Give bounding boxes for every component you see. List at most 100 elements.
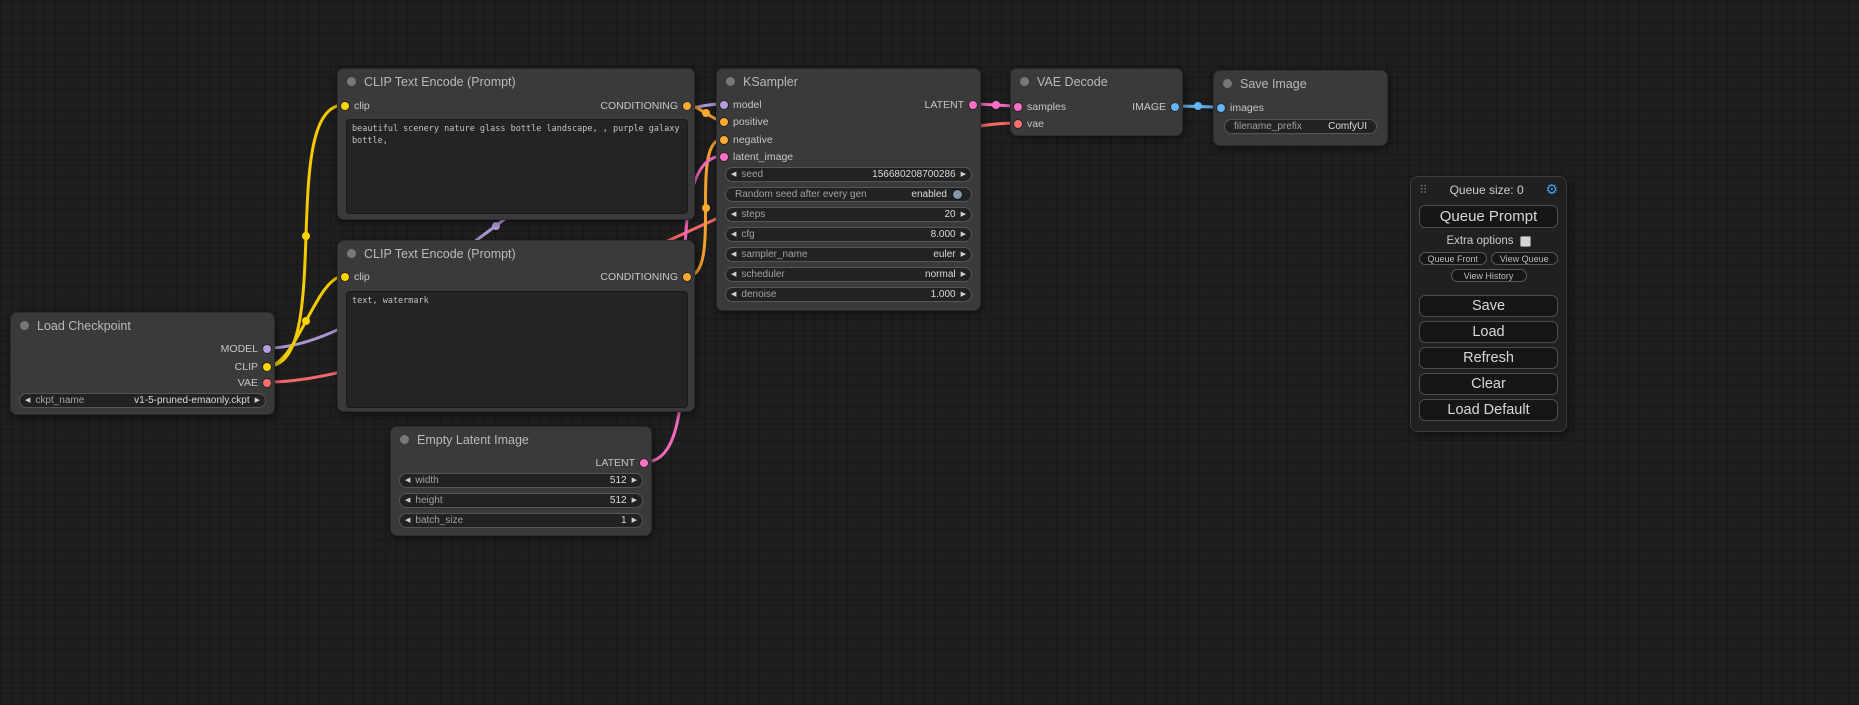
negative-prompt-textarea[interactable]: text, watermark <box>346 291 688 408</box>
link-midpoint-dot <box>492 222 500 230</box>
scheduler-widget[interactable]: ◀ scheduler normal ▶ <box>725 267 972 282</box>
node-title-bar[interactable]: CLIP Text Encode (Prompt) <box>338 241 694 267</box>
positive-input-dot[interactable] <box>720 118 728 126</box>
sampler-name-widget[interactable]: ◀ sampler_name euler ▶ <box>725 247 972 262</box>
view-queue-button[interactable]: View Queue <box>1491 252 1559 265</box>
slot-label: images <box>1230 102 1264 114</box>
denoise-widget[interactable]: ◀ denoise 1.000 ▶ <box>725 287 972 302</box>
collapse-dot-icon[interactable] <box>347 249 356 258</box>
increment-arrow-icon[interactable]: ▶ <box>250 394 265 407</box>
increment-arrow-icon[interactable]: ▶ <box>627 474 642 487</box>
conditioning-output-dot[interactable] <box>683 273 691 281</box>
random-seed-toggle-widget[interactable]: Random seed after every gen enabled <box>725 187 972 202</box>
node-title-bar[interactable]: Empty Latent Image <box>391 427 651 453</box>
collapse-dot-icon[interactable] <box>400 435 409 444</box>
queue-prompt-button[interactable]: Queue Prompt <box>1419 205 1558 228</box>
load-default-button[interactable]: Load Default <box>1419 399 1558 421</box>
node-title-bar[interactable]: KSampler <box>717 69 980 95</box>
increment-arrow-icon[interactable]: ▶ <box>627 514 642 527</box>
decrement-arrow-icon[interactable]: ◀ <box>20 394 35 407</box>
extra-options-checkbox[interactable] <box>1520 236 1531 247</box>
samples-input-dot[interactable] <box>1014 103 1022 111</box>
drag-handle-icon[interactable]: ⠿ <box>1419 183 1428 197</box>
decrement-arrow-icon[interactable]: ◀ <box>726 248 741 261</box>
decrement-arrow-icon[interactable]: ◀ <box>400 514 415 527</box>
load-button[interactable]: Load <box>1419 321 1558 343</box>
collapse-dot-icon[interactable] <box>20 321 29 330</box>
model-output-dot[interactable] <box>263 345 271 353</box>
clip-output-dot[interactable] <box>263 363 271 371</box>
cfg-widget[interactable]: ◀ cfg 8.000 ▶ <box>725 227 972 242</box>
width-widget[interactable]: ◀ width 512 ▶ <box>399 473 643 488</box>
slot-label: clip <box>354 100 370 112</box>
latent-output-dot[interactable] <box>640 459 648 467</box>
increment-arrow-icon[interactable]: ▶ <box>956 168 971 181</box>
link-midpoint-dot <box>1194 102 1202 110</box>
increment-arrow-icon[interactable]: ▶ <box>956 288 971 301</box>
refresh-button[interactable]: Refresh <box>1419 347 1558 369</box>
vae-output-dot[interactable] <box>263 379 271 387</box>
widget-label: steps <box>741 209 765 220</box>
decrement-arrow-icon[interactable]: ◀ <box>726 228 741 241</box>
decrement-arrow-icon[interactable]: ◀ <box>726 208 741 221</box>
decrement-arrow-icon[interactable]: ◀ <box>400 494 415 507</box>
ckpt-name-widget[interactable]: ◀ ckpt_name v1-5-pruned-emaonly.ckpt ▶ <box>19 393 266 408</box>
toggle-dot-icon[interactable] <box>953 190 962 199</box>
steps-widget[interactable]: ◀ steps 20 ▶ <box>725 207 972 222</box>
model-input-dot[interactable] <box>720 101 728 109</box>
node-empty-latent-image[interactable]: Empty Latent Image LATENT ◀ width 512 ▶ … <box>390 426 652 536</box>
collapse-dot-icon[interactable] <box>726 77 735 86</box>
filename-prefix-widget[interactable]: filename_prefix ComfyUI <box>1224 119 1377 134</box>
decrement-arrow-icon[interactable]: ◀ <box>726 168 741 181</box>
slot-label: IMAGE <box>1132 101 1166 113</box>
clear-button[interactable]: Clear <box>1419 373 1558 395</box>
positive-prompt-textarea[interactable]: beautiful scenery nature glass bottle la… <box>346 119 688 214</box>
widget-value: 512 <box>610 475 627 486</box>
conditioning-output-dot[interactable] <box>683 102 691 110</box>
node-title-bar[interactable]: Load Checkpoint <box>11 313 274 339</box>
node-title-bar[interactable]: Save Image <box>1214 71 1387 97</box>
clip-input-dot[interactable] <box>341 273 349 281</box>
latent-output-dot[interactable] <box>969 101 977 109</box>
image-output-dot[interactable] <box>1171 103 1179 111</box>
collapse-dot-icon[interactable] <box>347 77 356 86</box>
input-slot-clip: clip <box>338 98 428 114</box>
latent-image-input-dot[interactable] <box>720 153 728 161</box>
height-widget[interactable]: ◀ height 512 ▶ <box>399 493 643 508</box>
decrement-arrow-icon[interactable]: ◀ <box>726 288 741 301</box>
batch-size-widget[interactable]: ◀ batch_size 1 ▶ <box>399 513 643 528</box>
node-clip-text-encode-negative[interactable]: CLIP Text Encode (Prompt) clip CONDITION… <box>337 240 695 412</box>
decrement-arrow-icon[interactable]: ◀ <box>400 474 415 487</box>
settings-gear-icon[interactable]: ⚙ <box>1545 183 1558 197</box>
collapse-dot-icon[interactable] <box>1020 77 1029 86</box>
queue-front-button[interactable]: Queue Front <box>1419 252 1487 265</box>
input-slot-vae: vae <box>1011 116 1101 132</box>
vae-input-dot[interactable] <box>1014 120 1022 128</box>
images-input-dot[interactable] <box>1217 104 1225 112</box>
increment-arrow-icon[interactable]: ▶ <box>956 208 971 221</box>
seed-widget[interactable]: ◀ seed 156680208700286 ▶ <box>725 167 972 182</box>
node-ksampler[interactable]: KSampler model positive negative latent_… <box>716 68 981 311</box>
node-clip-text-encode-positive[interactable]: CLIP Text Encode (Prompt) clip CONDITION… <box>337 68 695 220</box>
node-save-image[interactable]: Save Image images filename_prefix ComfyU… <box>1213 70 1388 146</box>
negative-input-dot[interactable] <box>720 136 728 144</box>
widget-label: height <box>415 495 442 506</box>
increment-arrow-icon[interactable]: ▶ <box>627 494 642 507</box>
node-load-checkpoint[interactable]: Load Checkpoint MODEL CLIP VAE ◀ ckpt_na… <box>10 312 275 415</box>
comfyui-canvas[interactable]: { "colors": { "model": "#B39DDB", "clip"… <box>0 0 1859 705</box>
collapse-dot-icon[interactable] <box>1223 79 1232 88</box>
save-button[interactable]: Save <box>1419 295 1558 317</box>
extra-options-row: Extra options <box>1411 235 1566 247</box>
slot-label: model <box>733 99 762 111</box>
view-history-button[interactable]: View History <box>1451 269 1527 282</box>
node-title-bar[interactable]: CLIP Text Encode (Prompt) <box>338 69 694 95</box>
increment-arrow-icon[interactable]: ▶ <box>956 268 971 281</box>
slot-label: MODEL <box>221 343 258 355</box>
decrement-arrow-icon[interactable]: ◀ <box>726 268 741 281</box>
increment-arrow-icon[interactable]: ▶ <box>956 248 971 261</box>
link-midpoint-dot <box>302 232 310 240</box>
clip-input-dot[interactable] <box>341 102 349 110</box>
node-title-bar[interactable]: VAE Decode <box>1011 69 1182 95</box>
increment-arrow-icon[interactable]: ▶ <box>956 228 971 241</box>
node-vae-decode[interactable]: VAE Decode samples vae IMAGE <box>1010 68 1183 136</box>
